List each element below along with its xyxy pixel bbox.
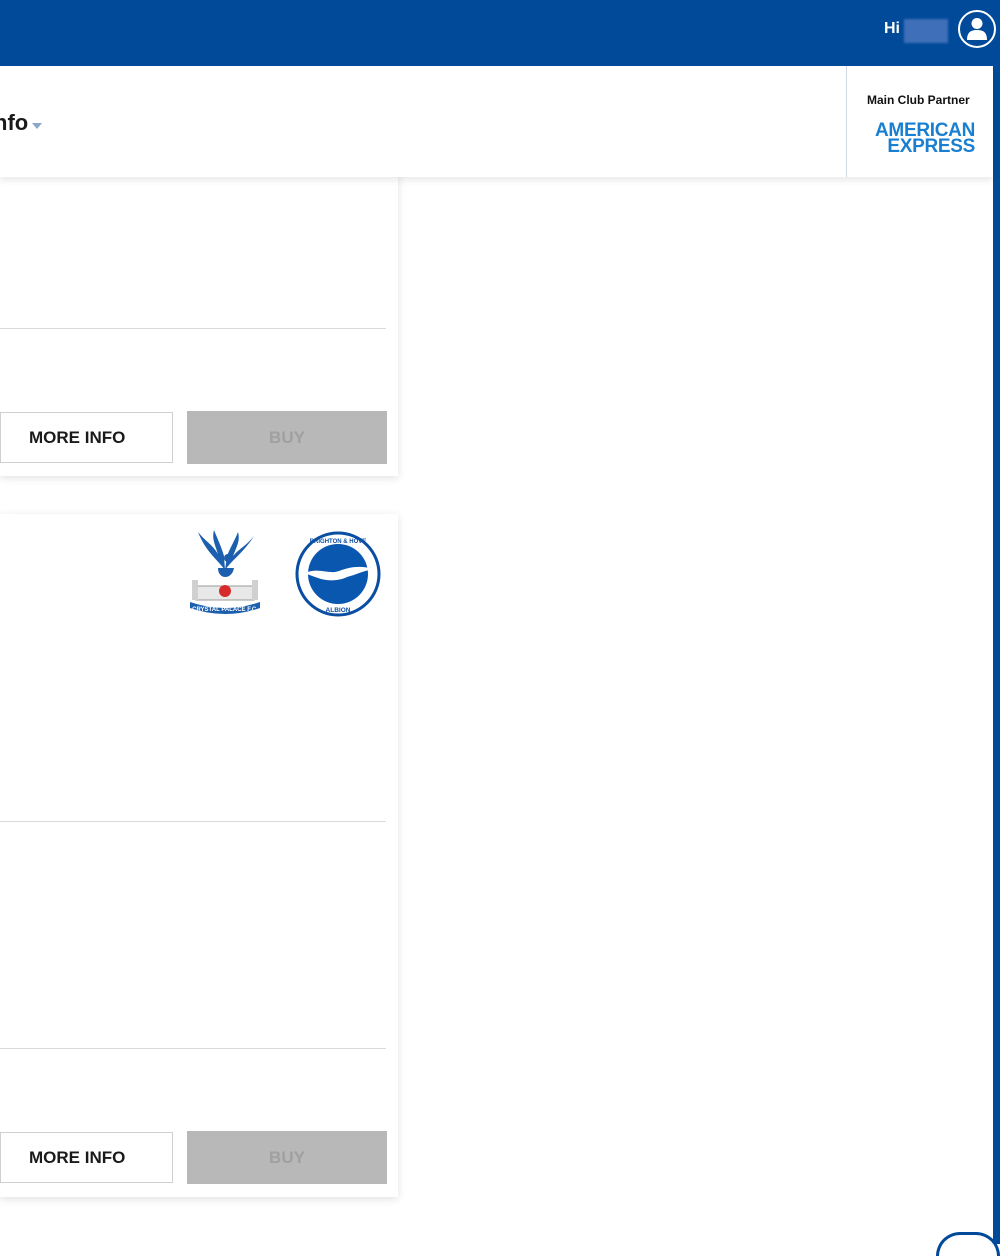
section-title: nfo bbox=[0, 110, 29, 135]
more-info-button[interactable]: MORE INFO bbox=[0, 412, 173, 463]
fixture-card: CRYSTAL PALACE F.C. BRIGHTON & HOVE ALBI… bbox=[0, 514, 398, 1197]
fixture-card: MORE INFO BUY bbox=[0, 170, 398, 476]
buy-button[interactable]: BUY bbox=[187, 1131, 387, 1184]
chat-widget-button[interactable] bbox=[936, 1232, 1000, 1256]
user-name-redacted bbox=[904, 19, 948, 43]
brighton-crest-text-top: BRIGHTON & HOVE bbox=[310, 539, 367, 545]
buy-button[interactable]: BUY bbox=[187, 411, 387, 464]
section-menu[interactable]: nfo bbox=[0, 110, 43, 136]
main-club-partner[interactable]: Main Club Partner AMERICAN EXPRESS bbox=[846, 66, 994, 177]
card-divider bbox=[0, 1048, 386, 1049]
amex-logo-line2: EXPRESS bbox=[887, 136, 975, 157]
greeting-text: Hi bbox=[884, 20, 900, 37]
amex-logo: AMERICAN EXPRESS bbox=[871, 121, 975, 157]
crystal-palace-crest-icon: CRYSTAL PALACE F.C. bbox=[190, 530, 260, 614]
brighton-crest-icon: BRIGHTON & HOVE ALBION bbox=[295, 531, 381, 617]
partner-label: Main Club Partner bbox=[867, 93, 970, 107]
right-edge-strip bbox=[993, 66, 1000, 1244]
card-divider bbox=[0, 821, 386, 822]
brighton-crest-text-bottom: ALBION bbox=[326, 607, 351, 614]
sub-header: nfo Main Club Partner AMERICAN EXPRESS bbox=[0, 66, 993, 177]
card-divider bbox=[0, 328, 386, 329]
more-info-button[interactable]: MORE INFO bbox=[0, 1132, 173, 1183]
top-bar: Hi bbox=[0, 0, 1000, 66]
palace-crest-text: CRYSTAL PALACE F.C. bbox=[192, 607, 258, 613]
chevron-down-icon bbox=[32, 123, 43, 129]
account-button[interactable] bbox=[958, 10, 996, 48]
user-icon bbox=[967, 18, 987, 40]
